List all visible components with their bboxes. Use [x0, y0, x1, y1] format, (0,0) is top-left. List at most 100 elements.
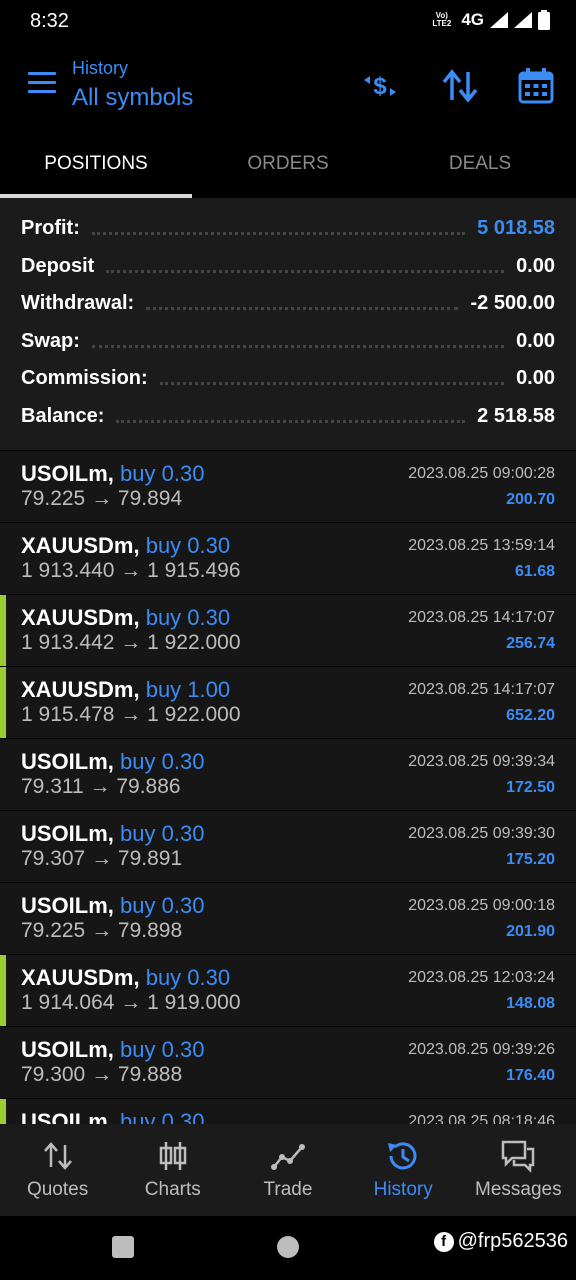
position-side: buy 0.30 — [120, 821, 205, 846]
position-side: buy 0.30 — [120, 893, 205, 918]
position-side: buy 0.30 — [145, 533, 231, 558]
symbol-name: USOILm, — [21, 1109, 114, 1124]
position-prices: 79.311 → 79.886 — [21, 775, 181, 798]
position-symbol: XAUUSDm, buy 1.00 — [21, 677, 230, 703]
trade-icon — [270, 1144, 305, 1170]
position-profit: 200.70 — [506, 491, 555, 508]
summary-row-profit: Profit: 5 018.58 — [0, 210, 576, 248]
position-symbol: USOILm, buy 0.30 — [21, 893, 204, 919]
symbol-name: XAUUSDm, — [21, 533, 140, 558]
dot-leader — [116, 419, 466, 423]
position-symbol: USOILm, buy 0.30 — [21, 1109, 204, 1124]
nav-quotes-label: Quotes — [26, 1179, 89, 1200]
summary-panel: Profit: 5 018.58 Deposit 0.00 Withdrawal… — [0, 198, 576, 450]
position-side: buy 0.30 — [120, 1037, 205, 1062]
volte-icon: Vo) LTE2 — [432, 11, 452, 28]
bottom-nav: Quotes Charts Trade History Messages — [0, 1124, 576, 1216]
position-prices: 79.225 → 79.894 — [21, 487, 183, 510]
menu-button[interactable] — [28, 72, 56, 94]
balance-label: Balance: — [21, 404, 105, 427]
swap-label: Swap: — [21, 329, 80, 352]
sort-icon[interactable] — [440, 66, 480, 106]
position-row[interactable]: USOILm, buy 0.30 79.300 → 79.888 2023.08.2… — [0, 1026, 576, 1098]
position-profit: 172.50 — [506, 779, 555, 796]
symbol-name: XAUUSDm, — [21, 965, 140, 990]
dot-leader — [159, 382, 505, 386]
positions-list[interactable]: USOILm, buy 0.30 79.225 → 79.894 2023.08.2… — [0, 450, 576, 1124]
position-row[interactable]: XAUUSDm, buy 0.30 1 913.442 → 1 922.000 20… — [0, 594, 576, 667]
watermark-text: @frp562536 — [457, 1230, 568, 1252]
position-time: 2023.08.25 09:39:30 — [408, 825, 555, 842]
nav-messages-label: Messages — [475, 1179, 562, 1200]
signal-icon — [490, 12, 508, 28]
position-row[interactable]: XAUUSDm, buy 0.30 1 914.064 → 1 919.000 20… — [0, 954, 576, 1027]
summary-row-balance: Balance: 2 518.58 — [0, 398, 576, 436]
nav-charts[interactable]: Charts — [115, 1124, 230, 1216]
symbol-filter[interactable]: All symbols — [72, 84, 193, 112]
position-row[interactable]: XAUUSDm, buy 1.00 1 915.478 → 1 922.000 20… — [0, 666, 576, 739]
commission-label: Commission: — [21, 367, 148, 390]
deposit-withdraw-icon[interactable]: $ — [360, 66, 400, 106]
nav-history[interactable]: History — [346, 1124, 461, 1216]
symbol-name: USOILm, — [21, 461, 114, 486]
profit-label: Profit: — [21, 217, 80, 240]
svg-text:$: $ — [373, 73, 387, 100]
position-time: 2023.08.25 09:00:28 — [408, 465, 555, 482]
symbol-name: USOILm, — [21, 893, 114, 918]
symbol-name: XAUUSDm, — [21, 605, 140, 630]
position-side: buy 1.00 — [145, 677, 231, 702]
position-profit: 256.74 — [506, 635, 555, 652]
watermark: f @frp562536 — [433, 1230, 568, 1253]
position-side: buy 0.30 — [145, 605, 231, 630]
deposit-value: 0.00 — [516, 254, 555, 277]
facebook-icon: f — [433, 1231, 454, 1252]
summary-row-commission: Commission: 0.00 — [0, 360, 576, 398]
position-row[interactable]: USOILm, buy 0.30 2023.08.25 08:18:46 — [0, 1098, 576, 1124]
position-row[interactable]: XAUUSDm, buy 0.30 1 913.440 → 1 915.496 20… — [0, 522, 576, 594]
summary-row-deposit: Deposit 0.00 — [0, 248, 576, 286]
nav-charts-label: Charts — [144, 1179, 201, 1200]
position-symbol: XAUUSDm, buy 0.30 — [21, 965, 230, 991]
nav-trade[interactable]: Trade — [230, 1124, 345, 1216]
tab-orders[interactable]: ORDERS — [192, 130, 384, 198]
tab-positions[interactable]: POSITIONS — [0, 130, 192, 198]
calendar-icon[interactable] — [516, 66, 556, 106]
commission-value: 0.00 — [516, 367, 555, 390]
position-side: buy 0.30 — [120, 1109, 205, 1124]
position-row[interactable]: USOILm, buy 0.30 79.311 → 79.886 2023.08.2… — [0, 738, 576, 810]
charts-icon — [159, 1142, 187, 1170]
position-prices: 79.307 → 79.891 — [21, 847, 183, 870]
position-time: 2023.08.25 09:00:18 — [408, 897, 555, 914]
position-symbol: XAUUSDm, buy 0.30 — [21, 533, 230, 559]
home-button[interactable] — [277, 1236, 299, 1258]
tab-deals[interactable]: DEALS — [384, 130, 576, 198]
app-header: History All symbols $ — [0, 44, 576, 130]
quotes-icon — [43, 1142, 72, 1170]
symbol-name: USOILm, — [21, 1037, 114, 1062]
nav-history-label: History — [373, 1179, 433, 1200]
position-profit: 175.20 — [506, 851, 555, 868]
position-side: buy 0.30 — [145, 965, 231, 990]
withdrawal-value: -2 500.00 — [470, 292, 555, 315]
dot-leader — [146, 307, 459, 311]
position-time: 2023.08.25 14:17:07 — [408, 609, 555, 626]
nav-quotes[interactable]: Quotes — [0, 1124, 115, 1216]
dot-leader — [106, 269, 505, 273]
position-symbol: USOILm, buy 0.30 — [21, 461, 204, 487]
position-time: 2023.08.25 13:59:14 — [408, 537, 555, 554]
withdrawal-label: Withdrawal: — [21, 292, 135, 315]
position-row[interactable]: USOILm, buy 0.30 79.225 → 79.898 2023.08.2… — [0, 882, 576, 954]
position-row[interactable]: USOILm, buy 0.30 79.307 → 79.891 2023.08.2… — [0, 810, 576, 882]
recents-button[interactable] — [112, 1236, 134, 1258]
status-bar: 8:32 Vo) LTE2 4G — [0, 0, 576, 44]
messages-icon — [502, 1140, 535, 1173]
swap-value: 0.00 — [516, 329, 555, 352]
balance-value: 2 518.58 — [477, 404, 555, 427]
position-prices: 79.300 → 79.888 — [21, 1063, 183, 1086]
symbol-name: USOILm, — [21, 749, 114, 774]
position-profit: 61.68 — [514, 563, 555, 580]
nav-messages[interactable]: Messages — [461, 1124, 576, 1216]
position-row[interactable]: USOILm, buy 0.30 79.225 → 79.894 2023.08.2… — [0, 450, 576, 522]
position-profit: 176.40 — [506, 1067, 555, 1084]
position-symbol: USOILm, buy 0.30 — [21, 1037, 204, 1063]
